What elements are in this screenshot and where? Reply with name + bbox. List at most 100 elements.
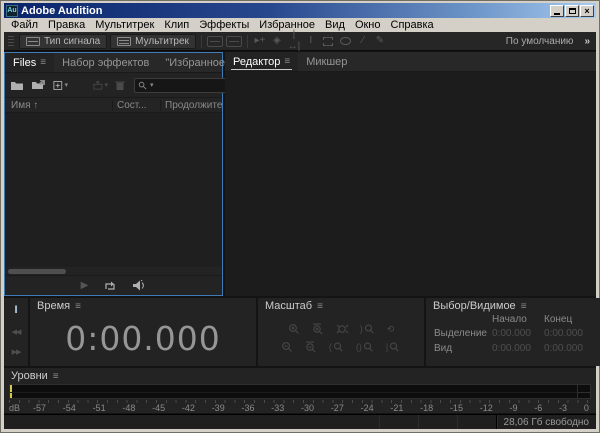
db-tick-label: -33: [271, 403, 284, 413]
window-title: Adobe Audition: [21, 5, 550, 17]
waveform-view-button[interactable]: Тип сигнала: [19, 34, 107, 49]
levels-panel: Уровни ≡ dB -57-54-51-48-45-42-39-36-33-…: [4, 368, 596, 413]
zoom-full-reset-icon[interactable]: ⟲: [387, 323, 395, 335]
panel-menu-icon[interactable]: ≡: [521, 301, 527, 312]
zoom-out-time-icon[interactable]: [305, 341, 318, 353]
zoom-in-at-in-point-icon[interactable]: (: [329, 341, 345, 353]
scrollbar-thumb[interactable]: [8, 269, 66, 274]
toolbar-overflow-icon[interactable]: »: [582, 36, 592, 47]
menu-item[interactable]: Справка: [386, 19, 439, 31]
zoom-in-amplitude-icon[interactable]: [288, 323, 301, 335]
spot-healing-brush-tool[interactable]: ✎: [373, 35, 387, 47]
start-value[interactable]: 0:00.000: [492, 328, 544, 339]
column-name[interactable]: Имя ↑: [5, 100, 112, 111]
selection-view-panel: Выбор/Видимое ≡ Начало Конец Выделение 0…: [426, 298, 600, 366]
panel-menu-icon[interactable]: ≡: [53, 371, 59, 382]
marquee-selection-tool[interactable]: [323, 37, 333, 46]
panel-menu-icon[interactable]: ≡: [284, 56, 290, 67]
db-tick-label: -21: [390, 403, 403, 413]
time-selection-tool[interactable]: I: [304, 35, 318, 47]
ibeam-tool-icon[interactable]: I: [14, 304, 17, 316]
loop-playback-icon[interactable]: [102, 279, 117, 292]
menu-item[interactable]: Правка: [43, 19, 90, 31]
app-window: Au Adobe Audition × ФайлПравкаМультитрек…: [0, 0, 600, 433]
zoom-reset-icon[interactable]: [336, 323, 349, 335]
levels-panel-title: Уровни: [11, 370, 48, 382]
zoom-to-cursor-icon[interactable]: |: [386, 341, 401, 353]
multitrack-view-button[interactable]: Мультитрек: [110, 34, 196, 49]
menu-item[interactable]: Окно: [350, 19, 386, 31]
caret-down-icon: ▾: [104, 81, 108, 89]
status-bar: 28,06 Гб свободно: [4, 414, 596, 429]
fast-forward-icon[interactable]: ▶▶: [12, 348, 21, 356]
menu-item[interactable]: Файл: [6, 19, 43, 31]
db-tick-label: -54: [63, 403, 76, 413]
close-icon: ×: [584, 7, 589, 15]
column-state[interactable]: Сост...: [112, 100, 160, 111]
autoplay-speaker-icon[interactable]: [131, 279, 146, 292]
row-label: Вид: [434, 343, 492, 354]
time-display: 0:00.000: [30, 314, 256, 366]
editor-canvas[interactable]: [225, 72, 596, 296]
workspace-selector[interactable]: По умолчанию: [500, 36, 580, 47]
spectral-view-button[interactable]: [207, 36, 223, 47]
tab-editor[interactable]: Редактор ≡: [225, 52, 298, 71]
selection-table: Начало Конец Выделение 0:00.000 0:00.000…: [426, 314, 600, 366]
toolbar-grip[interactable]: [8, 36, 14, 46]
column-end: Конец: [544, 314, 596, 325]
statusbar-divider: [379, 415, 380, 429]
zoom-to-selection-icon[interactable]: (): [356, 341, 375, 353]
panel-menu-icon[interactable]: ≡: [75, 301, 81, 312]
collapsed-panel-strip: I ◀◀ ▶▶: [4, 298, 28, 366]
close-button[interactable]: ×: [580, 5, 594, 17]
files-list[interactable]: [5, 113, 222, 267]
import-files-icon[interactable]: [31, 79, 46, 92]
free-space-indicator: 28,06 Гб свободно: [496, 415, 596, 429]
waveform-display-button[interactable]: [226, 36, 242, 47]
slip-tool[interactable]: |↔|: [287, 29, 301, 53]
db-tick-label: -27: [331, 403, 344, 413]
panel-menu-icon[interactable]: ≡: [317, 301, 323, 312]
level-meter[interactable]: [9, 384, 591, 399]
main-toolbar: Тип сигнала Мультитрек ▸+ ◈ |↔| I ∕ ✎ По…: [4, 32, 596, 51]
lasso-selection-tool[interactable]: [340, 37, 351, 45]
panel-menu-icon[interactable]: ≡: [40, 57, 46, 68]
paintbrush-tool[interactable]: ∕: [356, 35, 370, 47]
delete-trash-icon[interactable]: [115, 79, 125, 92]
zoom-in-at-out-point-icon[interactable]: ): [360, 323, 376, 335]
tab-files[interactable]: Files ≡: [5, 53, 54, 72]
move-tool[interactable]: ▸+: [253, 35, 267, 47]
meter-scale: dB -57-54-51-48-45-42-39-36-33-30-27-24-…: [9, 403, 591, 414]
rewind-icon[interactable]: ◀◀: [12, 328, 21, 336]
time-panel-title: Время: [37, 300, 70, 312]
menu-item[interactable]: Клип: [159, 19, 194, 31]
maximize-button[interactable]: [565, 5, 579, 17]
razor-tool[interactable]: ◈: [270, 35, 284, 47]
new-item-icon[interactable]: ▾: [53, 79, 68, 92]
files-tabs: Files ≡ Набор эффектов "Избранное" »: [5, 53, 222, 73]
minimize-button[interactable]: [550, 5, 564, 17]
selection-row: Выделение 0:00.000 0:00.000: [434, 328, 596, 339]
caret-down-icon: ▾: [64, 81, 68, 89]
menu-item[interactable]: Эффекты: [194, 19, 254, 31]
editor-tabs: Редактор ≡ Микшер: [225, 52, 596, 72]
toolbar-separator: [201, 35, 202, 48]
zoom-out-amplitude-icon[interactable]: [281, 341, 294, 353]
column-duration[interactable]: Продолжительн...: [160, 100, 222, 111]
db-tick-label: 0: [584, 403, 589, 413]
end-value[interactable]: 0:00.000: [544, 328, 596, 339]
start-value[interactable]: 0:00.000: [492, 343, 544, 354]
tab-mixer[interactable]: Микшер: [298, 52, 355, 71]
files-horizontal-scrollbar[interactable]: [5, 267, 222, 275]
tab-effects-rack[interactable]: Набор эффектов: [54, 53, 157, 72]
menu-item[interactable]: Вид: [320, 19, 350, 31]
preview-play-icon[interactable]: ▶: [81, 280, 89, 291]
meter-peak-box: [577, 385, 590, 398]
open-file-icon[interactable]: [10, 79, 24, 92]
db-tick-label: -48: [122, 403, 135, 413]
end-value[interactable]: 0:00.000: [544, 343, 596, 354]
insert-into-multitrack-icon[interactable]: ▾: [93, 79, 108, 92]
db-tick-label: -51: [93, 403, 106, 413]
zoom-in-time-icon[interactable]: [312, 323, 325, 335]
menu-item[interactable]: Мультитрек: [90, 19, 159, 31]
